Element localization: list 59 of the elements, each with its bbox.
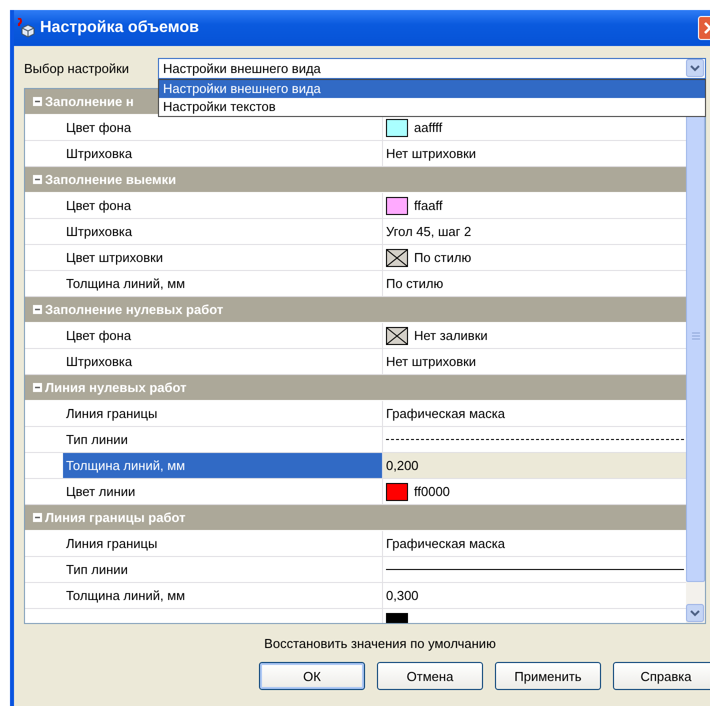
collapse-icon[interactable] xyxy=(33,383,42,392)
property-row[interactable]: Толщина линий, мм 0,300 xyxy=(25,583,686,609)
no-color-icon xyxy=(386,248,408,266)
property-value: aaffff xyxy=(414,120,442,135)
property-value: ff0000 xyxy=(414,484,450,499)
property-value: ffaaff xyxy=(414,198,442,213)
property-label: Тип линии xyxy=(66,562,128,577)
property-label: Толщина линий, мм xyxy=(66,276,186,291)
property-row[interactable]: Линия границы Графическая маска xyxy=(25,401,686,427)
restore-defaults-link[interactable]: Восстановить значения по умолчанию xyxy=(264,636,496,651)
property-value: По стилю xyxy=(414,250,472,265)
property-row[interactable]: Штриховка Угол 45, шаг 2 xyxy=(25,219,686,245)
setting-label: Выбор настройки xyxy=(24,60,130,76)
property-label: Толщина линий, мм xyxy=(66,458,186,473)
collapse-icon[interactable] xyxy=(33,97,42,106)
dialog-button[interactable]: Применить xyxy=(495,662,601,690)
property-value: 0,300 xyxy=(386,588,419,603)
property-value: Графическая маска xyxy=(386,406,505,421)
collapse-icon[interactable] xyxy=(33,175,42,184)
property-label: Штриховка xyxy=(66,146,132,161)
no-color-icon xyxy=(386,326,408,344)
cube-icon xyxy=(16,18,36,38)
property-row[interactable]: Толщина линий, мм 0,200 xyxy=(25,453,686,479)
property-row[interactable]: Цвет фона aaffff xyxy=(25,115,686,141)
dropdown-option[interactable]: Настройки текстов xyxy=(159,98,705,116)
property-label: Цвет фона xyxy=(66,198,132,213)
property-label: Тип линии xyxy=(66,432,128,447)
collapse-icon[interactable] xyxy=(33,305,42,314)
property-label: Цвет штриховки xyxy=(66,250,164,265)
property-label: Цвет фона xyxy=(66,328,132,343)
chevron-down-icon[interactable] xyxy=(686,59,704,77)
property-row[interactable]: Тип линии xyxy=(25,557,686,583)
property-row[interactable]: Цвет штриховки По стилю xyxy=(25,245,686,271)
dialog-button[interactable]: ОК xyxy=(259,662,365,690)
setting-dropdown[interactable]: Настройки внешнего вида xyxy=(158,58,706,78)
property-label: Штриховка xyxy=(66,354,132,369)
property-label: Линия границы xyxy=(66,406,158,421)
property-label: Штриховка xyxy=(66,224,132,239)
collapse-icon[interactable] xyxy=(33,513,42,522)
property-value: Нет штриховки xyxy=(386,146,476,161)
property-value: Угол 45, шаг 2 xyxy=(386,224,472,239)
property-row[interactable]: Цвет фона ffaaff xyxy=(25,193,686,219)
dropdown-option[interactable]: Настройки внешнего вида xyxy=(159,80,705,98)
window-title: Настройка объемов xyxy=(40,19,200,37)
property-label: Цвет линии xyxy=(66,484,136,499)
property-label: Линия границы xyxy=(66,536,158,551)
property-value: Графическая маска xyxy=(386,536,505,551)
grip-icon xyxy=(692,332,700,340)
property-value: Нет заливки xyxy=(414,328,488,343)
property-value: По стилю xyxy=(386,276,444,291)
property-label: Толщина линий, мм xyxy=(66,588,186,603)
property-row[interactable]: Линия границы Графическая маска xyxy=(25,531,686,557)
scroll-down-icon[interactable] xyxy=(686,604,704,622)
property-label: Цвет фона xyxy=(66,120,132,135)
dialog-button[interactable]: Справка xyxy=(613,662,710,690)
property-value: Нет штриховки xyxy=(386,354,476,369)
property-value: 0,200 xyxy=(386,458,419,473)
dialog-button[interactable]: Отмена xyxy=(377,662,483,690)
property-row[interactable]: Цвет фона Нет заливки xyxy=(25,323,686,349)
